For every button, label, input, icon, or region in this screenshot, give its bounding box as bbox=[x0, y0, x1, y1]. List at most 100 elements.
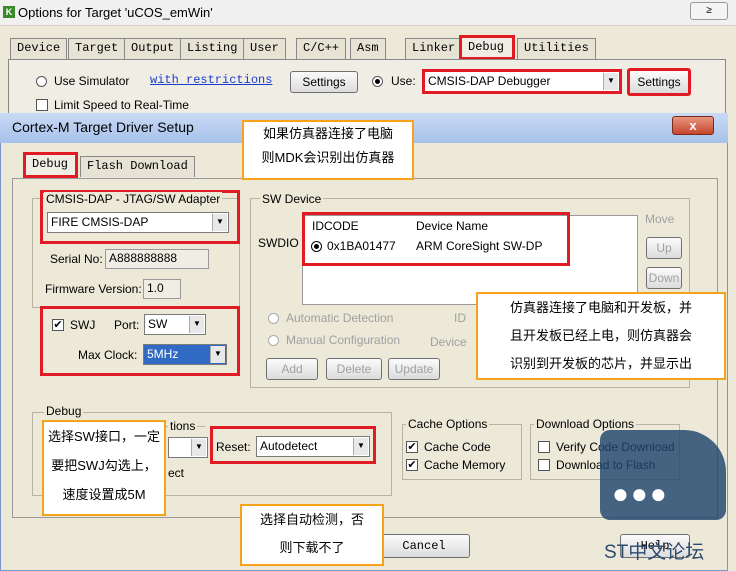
connect-option-partial: ect bbox=[168, 466, 185, 480]
chevron-down-icon: ▼ bbox=[212, 214, 227, 231]
debugger-select-value: CMSIS-DAP Debugger bbox=[428, 74, 551, 88]
move-down-button[interactable]: Down bbox=[646, 267, 682, 289]
use-simulator-radio[interactable] bbox=[36, 76, 47, 87]
chevron-down-icon: ▼ bbox=[603, 73, 618, 90]
device-name-value[interactable]: ARM CoreSight SW-DP bbox=[416, 239, 542, 253]
tab-listing[interactable]: Listing bbox=[180, 38, 245, 59]
update-button[interactable]: Update bbox=[388, 358, 440, 380]
firmware-label: Firmware Version: bbox=[45, 282, 142, 296]
reset-select[interactable]: Autodetect ▼ bbox=[256, 436, 370, 457]
port-select-value: SW bbox=[148, 317, 168, 331]
watermark-text: ST中文论坛 bbox=[604, 542, 705, 563]
debug-group-label: Debug bbox=[44, 404, 84, 418]
move-label: Move bbox=[645, 212, 675, 226]
port-select[interactable]: SW ▼ bbox=[144, 314, 206, 335]
cancel-button[interactable]: Cancel bbox=[378, 534, 470, 558]
limit-speed-checkbox[interactable] bbox=[36, 99, 48, 111]
swj-checkbox[interactable]: ✔ bbox=[52, 319, 64, 331]
reset-label: Reset: bbox=[216, 440, 251, 454]
cache-code-label: Cache Code bbox=[424, 440, 491, 454]
cache-memory-checkbox[interactable]: ✔ bbox=[406, 459, 418, 471]
download-to-flash-checkbox[interactable] bbox=[538, 459, 550, 471]
firmware-value: 1.0 bbox=[143, 279, 181, 299]
port-label: Port: bbox=[114, 318, 140, 332]
max-clock-label: Max Clock: bbox=[78, 348, 138, 362]
settings-debugger-button[interactable]: Settings bbox=[627, 68, 691, 96]
cache-code-checkbox[interactable]: ✔ bbox=[406, 441, 418, 453]
device-name-header: Device Name bbox=[416, 219, 489, 233]
chevron-down-icon: ▼ bbox=[353, 438, 368, 455]
outer-close-button[interactable]: ≥ bbox=[690, 2, 728, 20]
reset-select-value: Autodetect bbox=[260, 439, 318, 453]
inner-close-button[interactable]: x bbox=[672, 116, 714, 135]
tab-cpp[interactable]: C/C++ bbox=[296, 38, 347, 59]
callout-right-line-2: 且开发板已经上电，则仿真器会 bbox=[509, 328, 692, 343]
outer-window-title: Options for Target 'uCOS_emWin' bbox=[18, 5, 213, 20]
move-up-button[interactable]: Up bbox=[646, 237, 682, 259]
connect-select[interactable]: ▼ bbox=[168, 437, 208, 458]
manual-configuration-label: Manual Configuration bbox=[286, 333, 401, 347]
callout-top-line-1: 如果仿真器连接了电脑 bbox=[262, 126, 393, 141]
tab-target[interactable]: Target bbox=[68, 38, 126, 59]
use-debugger-radio[interactable] bbox=[372, 76, 383, 87]
tab-device[interactable]: Device bbox=[10, 38, 68, 59]
callout-left-line-1: 选择SW接口，一定 bbox=[48, 429, 160, 444]
chevron-down-icon: ▼ bbox=[191, 439, 206, 456]
inner-window-title: Cortex-M Target Driver Setup bbox=[12, 119, 194, 135]
callout-bottom: 选择自动检测，否 则下载不了 bbox=[240, 504, 384, 566]
callout-top-line-2: 则MDK会识别出仿真器 bbox=[261, 150, 395, 165]
with-restrictions-link[interactable]: with restrictions bbox=[150, 73, 272, 87]
delete-button[interactable]: Delete bbox=[326, 358, 382, 380]
app-icon: K bbox=[3, 6, 15, 18]
callout-top: 如果仿真器连接了电脑 则MDK会识别出仿真器 bbox=[242, 120, 414, 180]
tab-user[interactable]: User bbox=[243, 38, 286, 59]
device-label: Device bbox=[430, 335, 467, 349]
id-label: ID bbox=[454, 311, 466, 325]
callout-right: 仿真器连接了电脑和开发板，并 且开发板已经上电，则仿真器会 识别到开发板的芯片，… bbox=[476, 292, 726, 380]
tab-linker[interactable]: Linker bbox=[405, 38, 463, 59]
tab-output[interactable]: Output bbox=[124, 38, 182, 59]
verify-code-checkbox[interactable] bbox=[538, 441, 550, 453]
serial-value: A888888888 bbox=[105, 249, 209, 269]
connect-options-label: tions bbox=[168, 419, 198, 433]
use-label: Use: bbox=[391, 74, 416, 88]
device-row-radio[interactable] bbox=[311, 241, 322, 252]
callout-bottom-line-2: 则下载不了 bbox=[279, 540, 345, 555]
add-button[interactable]: Add bbox=[266, 358, 318, 380]
swdio-label: SWDIO bbox=[258, 236, 299, 250]
callout-bottom-line-1: 选择自动检测，否 bbox=[259, 512, 364, 527]
max-clock-select[interactable]: 5MHz ▼ bbox=[143, 344, 227, 365]
callout-right-line-1: 仿真器连接了电脑和开发板，并 bbox=[509, 300, 692, 315]
automatic-detection-label: Automatic Detection bbox=[286, 311, 394, 325]
sw-device-group-label: SW Device bbox=[260, 192, 324, 206]
use-simulator-label: Use Simulator bbox=[54, 74, 130, 88]
watermark-dots-icon: ●●● bbox=[612, 478, 669, 509]
callout-right-line-3: 识别到开发板的芯片，并显示出 bbox=[509, 356, 692, 371]
adapter-select[interactable]: FIRE CMSIS-DAP ▼ bbox=[47, 212, 229, 233]
callout-left-line-2: 要把SWJ勾选上， bbox=[51, 458, 157, 473]
debugger-select[interactable]: CMSIS-DAP Debugger ▼ bbox=[422, 69, 622, 94]
limit-speed-label: Limit Speed to Real-Time bbox=[54, 98, 189, 112]
callout-left-line-3: 速度设置成5M bbox=[62, 487, 146, 502]
max-clock-select-value: 5MHz bbox=[147, 347, 179, 361]
swj-highlight bbox=[40, 306, 240, 376]
automatic-detection-radio[interactable] bbox=[268, 313, 279, 324]
chevron-down-icon: ▼ bbox=[210, 346, 225, 363]
download-options-label: Download Options bbox=[534, 417, 637, 431]
idcode-header: IDCODE bbox=[312, 219, 359, 233]
tab-utilities[interactable]: Utilities bbox=[517, 38, 596, 59]
adapter-group-label: CMSIS-DAP - JTAG/SW Adapter bbox=[44, 192, 223, 206]
serial-label: Serial No: bbox=[50, 252, 103, 266]
tab-asm[interactable]: Asm bbox=[350, 38, 386, 59]
cache-memory-label: Cache Memory bbox=[424, 458, 506, 472]
callout-left: 选择SW接口，一定 要把SWJ勾选上， 速度设置成5M bbox=[42, 420, 166, 516]
idcode-value[interactable]: 0x1BA01477 bbox=[327, 239, 396, 253]
adapter-select-value: FIRE CMSIS-DAP bbox=[51, 215, 149, 229]
cache-options-label: Cache Options bbox=[406, 417, 490, 431]
tab-debug[interactable]: Debug bbox=[459, 35, 515, 60]
inner-tab-debug[interactable]: Debug bbox=[23, 152, 78, 178]
inner-tab-flash-download[interactable]: Flash Download bbox=[80, 156, 195, 177]
chevron-down-icon: ▼ bbox=[189, 316, 204, 333]
manual-configuration-radio[interactable] bbox=[268, 335, 279, 346]
settings-simulator-button[interactable]: Settings bbox=[290, 71, 358, 93]
